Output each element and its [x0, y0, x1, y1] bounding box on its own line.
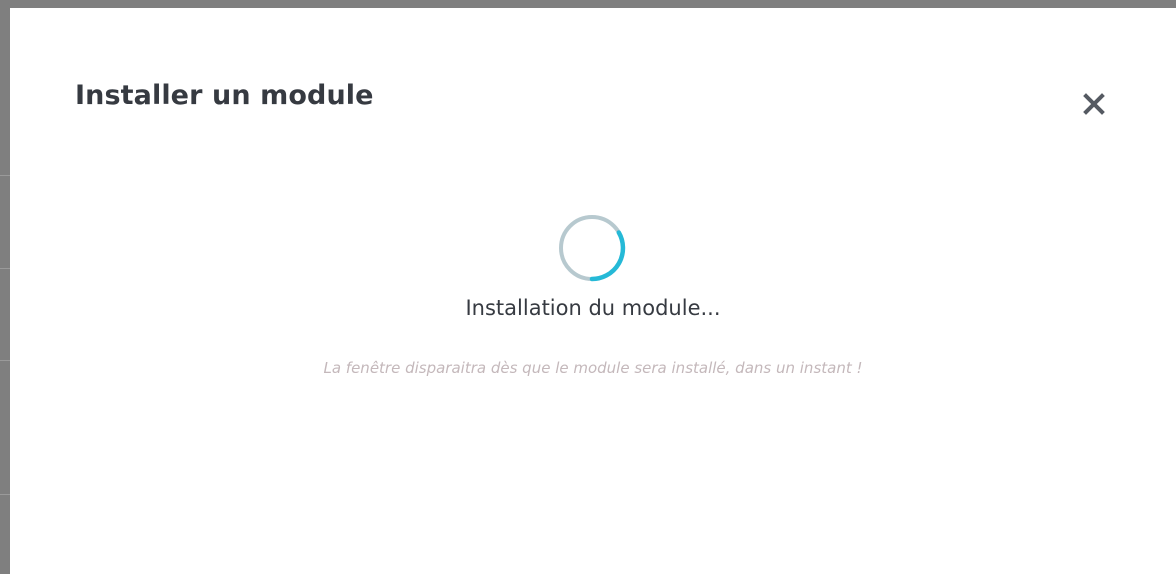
close-button[interactable]: [1078, 88, 1110, 120]
background-divider: [0, 268, 10, 269]
close-icon: [1083, 93, 1105, 115]
background-divider: [0, 360, 10, 361]
modal-title: Installer un module: [75, 80, 374, 111]
install-hint-text: La fenêtre disparaitra dès que le module…: [323, 359, 863, 377]
install-status-text: Installation du module...: [465, 296, 721, 320]
background-divider: [0, 494, 10, 495]
loading-spinner-icon: [559, 215, 626, 282]
install-module-modal: Installer un module Installation du modu…: [10, 8, 1176, 574]
background-divider: [0, 175, 10, 176]
